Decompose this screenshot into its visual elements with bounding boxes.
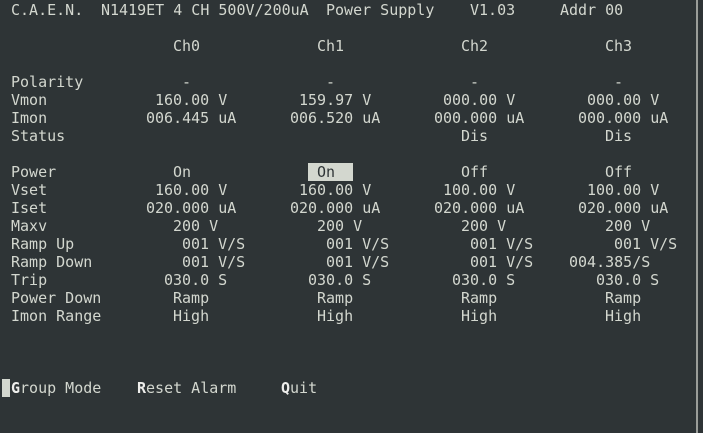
value-ch2: 000.000 uA: [434, 109, 525, 127]
menu-quit[interactable]: Quit: [281, 379, 317, 397]
value-ch3: 200 V: [605, 217, 651, 235]
row-label: Ramp Down: [11, 253, 93, 271]
value-ch0: Ramp: [173, 289, 210, 307]
menu-group-mode[interactable]: Group Mode: [11, 379, 101, 397]
title-product: Power Supply: [326, 1, 435, 19]
value-ch3: -: [614, 73, 624, 91]
value-ch3: 030.0 S: [596, 271, 660, 289]
value-ch0: 200 V: [173, 217, 219, 235]
row-label: Vset: [11, 181, 48, 199]
value-ch2: 030.0 S: [452, 271, 516, 289]
value-ch1-selected[interactable]: On: [308, 163, 354, 181]
value-ch0: High: [173, 307, 210, 325]
value-ch2[interactable]: Off: [461, 163, 488, 181]
value-ch1: 006.520 uA: [290, 109, 381, 127]
value-ch0: 006.445 uA: [146, 109, 237, 127]
value-ch0: 160.00 V: [155, 181, 228, 199]
value-ch2: 020.000 uA: [434, 199, 525, 217]
value-ch3: 004.385/S: [569, 253, 651, 271]
value-ch2: Ramp: [461, 289, 498, 307]
hotkey: R: [137, 379, 147, 397]
value-ch1: High: [317, 307, 354, 325]
menu-reset-alarm[interactable]: Reset Alarm: [137, 379, 236, 397]
value-ch1: 159.97 V: [299, 91, 372, 109]
value-ch1: Ramp: [317, 289, 354, 307]
value-ch3: 020.000 uA: [578, 199, 669, 217]
row-label: Iset: [11, 199, 48, 217]
value-ch3: 100.00 V: [587, 181, 660, 199]
row-label: Maxv: [11, 217, 48, 235]
value-ch3: Dis: [605, 127, 633, 145]
title-model: N1419ET 4 CH 500V/200uA: [101, 1, 309, 19]
value-ch3: 000.00 V: [587, 91, 660, 109]
row-label: Ramp Up: [11, 235, 75, 253]
value-ch0[interactable]: On: [173, 163, 191, 181]
value-ch0: 020.000 uA: [146, 199, 237, 217]
value-ch0: 001 V/S: [182, 253, 246, 271]
value-ch3[interactable]: Off: [605, 163, 632, 181]
row-label: Power: [11, 163, 57, 181]
value-ch2: Dis: [461, 127, 489, 145]
value-ch1: 001 V/S: [326, 235, 390, 253]
value-ch2: High: [461, 307, 498, 325]
row-label: Polarity: [11, 73, 84, 91]
scrollbar[interactable]: [696, 0, 703, 433]
channel-header-3: Ch3: [605, 37, 633, 55]
value-ch3: High: [605, 307, 642, 325]
hotkey: Q: [281, 379, 291, 397]
value-ch0: 160.00 V: [155, 91, 228, 109]
value-ch2: 000.00 V: [443, 91, 516, 109]
row-label: Status: [11, 127, 66, 145]
channel-header-1: Ch1: [317, 37, 345, 55]
menu-label: roup Mode: [20, 379, 102, 397]
channel-header-2: Ch2: [461, 37, 489, 55]
value-ch2: -: [470, 73, 480, 91]
row-label: Vmon: [11, 91, 48, 109]
value-ch1: 160.00 V: [299, 181, 372, 199]
value-ch0: 001 V/S: [182, 235, 246, 253]
row-label: Imon Range: [11, 307, 102, 325]
row-label: Trip: [11, 271, 48, 289]
menu-label: uit: [290, 379, 318, 397]
value-ch3: Ramp: [605, 289, 642, 307]
value-ch2: 001 V/S: [470, 235, 534, 253]
value-ch1: 030.0 S: [308, 271, 372, 289]
value-ch2: 100.00 V: [443, 181, 516, 199]
title-version: V1.03: [470, 1, 516, 19]
value-ch1: -: [326, 73, 336, 91]
menu-label: eset Alarm: [146, 379, 237, 397]
value-ch1: 001 V/S: [326, 253, 390, 271]
value-ch3: 000.000 uA: [578, 109, 669, 127]
value-ch1: 200 V: [317, 217, 363, 235]
value-ch2: 200 V: [461, 217, 507, 235]
row-label: Imon: [11, 109, 48, 127]
channel-header-0: Ch0: [173, 37, 201, 55]
hotkey: G: [11, 379, 21, 397]
value-ch0: 030.0 S: [164, 271, 228, 289]
value-ch2: 001 V/S: [470, 253, 534, 271]
value-ch1: 020.000 uA: [290, 199, 381, 217]
row-label: Power Down: [11, 289, 102, 307]
title-brand: C.A.E.N.: [11, 1, 84, 19]
terminal-cursor: [2, 379, 10, 397]
value-ch0: -: [182, 73, 192, 91]
title-address: Addr 00: [560, 1, 624, 19]
value-ch3: 001 V/S: [614, 235, 678, 253]
